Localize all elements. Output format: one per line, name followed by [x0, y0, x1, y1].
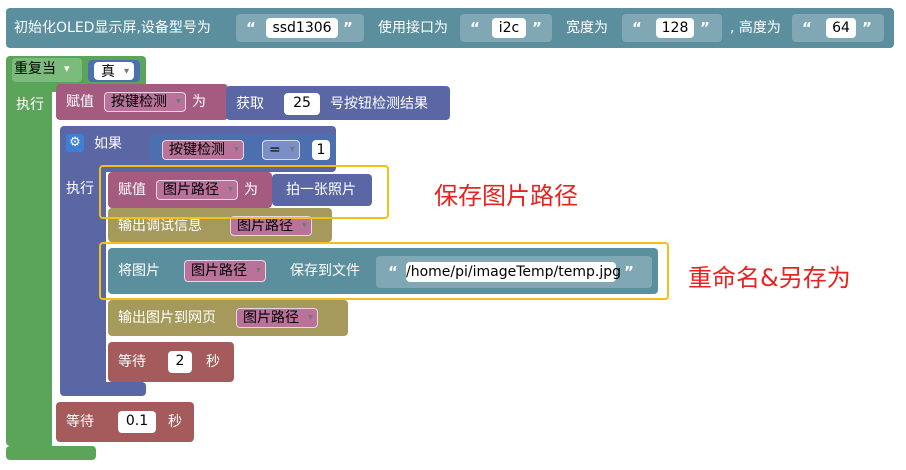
wait-inner-unit: 秒 — [206, 354, 220, 370]
quote-open: “ — [246, 19, 256, 37]
chevron-down-icon: ▾ — [123, 66, 129, 77]
if-label: 如果 — [94, 136, 122, 152]
save-photo-path-annotation: 保存图片路径 — [434, 182, 578, 210]
interface-label: 使用接口为 — [378, 20, 448, 36]
if-variable-dropdown[interactable]: 按键检测 ▾ — [162, 140, 244, 160]
chevron-down-icon: ▾ — [307, 312, 313, 323]
wait-inner-label: 等待 — [118, 354, 146, 370]
if-exec-label: 执行 — [66, 181, 94, 197]
operator-text: = — [269, 142, 281, 158]
button-number-field[interactable]: 25 — [284, 93, 320, 115]
if-variable-name: 按键检测 — [169, 142, 225, 158]
wait-outer-label: 等待 — [66, 414, 94, 430]
web-variable-dropdown[interactable]: 图片路径 ▾ — [236, 308, 318, 328]
rename-save-as-annotation: 重命名&另存为 — [688, 264, 851, 292]
debug-variable-dropdown[interactable]: 图片路径 ▾ — [230, 216, 312, 236]
chevron-down-icon: ▾ — [175, 96, 181, 107]
repeat-while-spine — [6, 86, 52, 446]
web-output-label: 输出图片到网页 — [118, 310, 216, 326]
quote-close: ” — [700, 19, 710, 37]
chevron-down-icon: ▾ — [301, 220, 307, 231]
chevron-down-icon[interactable]: ▾ — [64, 60, 70, 78]
quote-open: “ — [802, 19, 812, 37]
get-suffix-label: 号按钮检测结果 — [330, 96, 428, 112]
interface-field[interactable]: i2c — [492, 18, 526, 38]
chevron-down-icon: ▾ — [233, 144, 239, 155]
variable-name: 按键检测 — [111, 94, 167, 110]
debug-variable-name: 图片路径 — [237, 218, 293, 234]
quote-close: ” — [862, 19, 872, 37]
quote-open: “ — [632, 19, 642, 37]
quote-close: ” — [343, 19, 353, 37]
web-variable-name: 图片路径 — [243, 310, 299, 326]
height-field[interactable]: 64 — [826, 18, 856, 38]
debug-output-label: 输出调试信息 — [118, 218, 202, 234]
quote-close: ” — [532, 19, 542, 37]
as-label: 为 — [192, 94, 206, 110]
chevron-down-icon: ▾ — [289, 144, 295, 155]
save-file-highlight — [99, 242, 669, 300]
operator-dropdown[interactable]: = ▾ — [262, 140, 300, 160]
width-field[interactable]: 128 — [656, 18, 694, 38]
repeat-while-footer — [6, 446, 96, 460]
width-label: 宽度为 — [566, 20, 608, 36]
get-label: 获取 — [236, 96, 264, 112]
wait-inner-field[interactable]: 2 — [168, 351, 192, 373]
condition-true-text: 真 — [101, 64, 115, 80]
photo-path-highlight — [99, 165, 389, 219]
if-block-footer — [60, 382, 146, 396]
repeat-while-label: 重复当 — [14, 61, 56, 77]
wait-outer-unit: 秒 — [168, 414, 182, 430]
model-field[interactable]: ssd1306 — [266, 18, 338, 38]
init-oled-label: 初始化OLED显示屏,设备型号为 — [14, 20, 211, 36]
compare-value-field[interactable]: 1 — [312, 140, 330, 160]
wait-outer-field[interactable]: 0.1 — [118, 411, 156, 433]
condition-true-dropdown[interactable]: 真 ▾ — [94, 62, 134, 80]
assign-label: 赋值 — [66, 94, 94, 110]
loop-exec-label: 执行 — [16, 97, 44, 113]
gear-icon[interactable]: ⚙ — [66, 134, 84, 152]
quote-open: “ — [470, 19, 480, 37]
height-label: , 高度为 — [730, 20, 781, 36]
variable-dropdown-button[interactable]: 按键检测 ▾ — [104, 92, 186, 112]
